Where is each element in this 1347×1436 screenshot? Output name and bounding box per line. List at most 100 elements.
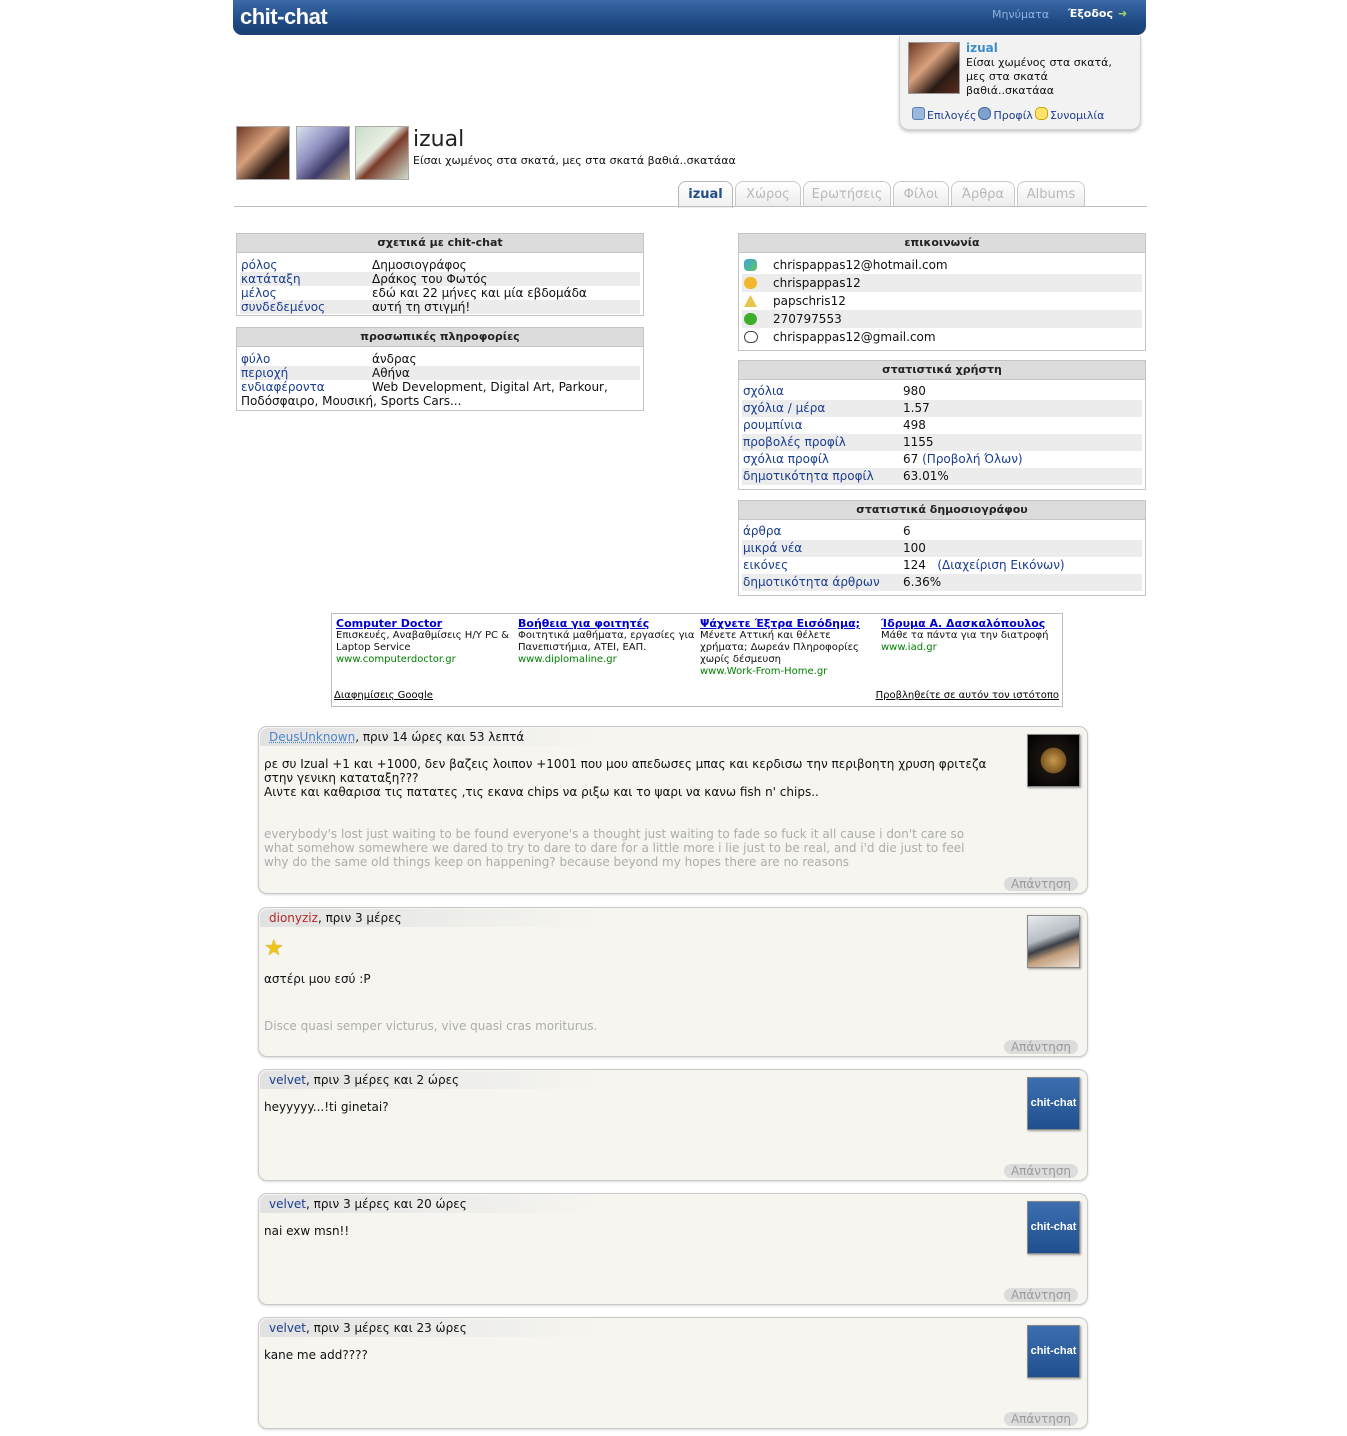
stats-row-comments-per-day: σχόλια / μέρα 1.57: [742, 400, 1142, 417]
ad-url[interactable]: www.diplomaline.gr: [518, 654, 696, 666]
contact-row-gtalk: chrispappas12@gmail.com: [742, 328, 1142, 346]
gtalk-icon: [744, 331, 758, 343]
journalist-stats-title: στατιστικά δημοσιογράφου: [739, 501, 1145, 520]
contact-box: επικοινωνία chrispappas12@hotmail.com ch…: [738, 233, 1146, 351]
tab-izual[interactable]: izual: [678, 181, 733, 208]
tab-space[interactable]: Χώρος: [735, 181, 801, 207]
comment-header: velvet, πριν 3 μέρες και 23 ώρες: [260, 1319, 599, 1337]
arrow-right-icon: ➜: [1118, 7, 1128, 20]
ad-1: Computer Doctor Επισκευές, Αναβαθμίσεις …: [336, 618, 514, 666]
aim-icon: [744, 295, 757, 307]
about-row-rank: κατάταξη Δράκος του Φωτός: [240, 272, 640, 286]
ad-title[interactable]: Ίδρυμα Α. Δασκαλόπουλος: [881, 618, 1059, 630]
comment-header: velvet, πριν 3 μέρες και 2 ώρες: [260, 1071, 599, 1089]
reply-button[interactable]: Απάντηση: [1004, 877, 1078, 891]
user-name-link[interactable]: izual: [966, 41, 998, 55]
contact-title: επικοινωνία: [739, 234, 1145, 253]
comment-body: heyyyyy...!ti ginetai?: [264, 1100, 389, 1114]
site-logo[interactable]: chit-chat: [240, 4, 328, 30]
comment-header: DeusUnknown, πριν 14 ώρες και 53 λεπτά: [260, 728, 599, 746]
stats-row-profile-comments: σχόλια προφίλ 67 (Προβολή Όλων): [743, 452, 1023, 466]
options-link[interactable]: Επιλογές: [912, 107, 977, 122]
manage-images-link[interactable]: (Διαχείριση Εικόνων): [937, 558, 1064, 572]
ad-title[interactable]: Βοήθεια για φοιτητές: [518, 618, 696, 630]
comment-avatar[interactable]: [1027, 915, 1080, 968]
about-row-member: μέλος εδώ και 22 μήνες και μία εβδομάδα: [241, 286, 587, 300]
profile-photo-1[interactable]: [236, 126, 290, 180]
profile-name: izual: [413, 127, 465, 152]
ad-url[interactable]: www.computerdoctor.gr: [336, 654, 514, 666]
personal-box: προσωπικές πληροφορίες φύλο άνδρας περιοχ…: [236, 327, 644, 411]
comment-author-link[interactable]: DeusUnknown: [269, 730, 355, 744]
options-label: Επιλογές: [927, 109, 977, 122]
profile-photo-2[interactable]: [296, 126, 350, 180]
ad-url[interactable]: www.Work-From-Home.gr: [700, 666, 878, 678]
user-stats-title: στατιστικά χρήστη: [739, 361, 1145, 380]
chat-link[interactable]: Συνομιλία: [1034, 107, 1105, 122]
tab-articles[interactable]: Άρθρα: [951, 181, 1015, 207]
profile-photo-3[interactable]: [355, 126, 409, 180]
stats-row-rubies: ρουμπίνια 498: [743, 418, 926, 432]
comment-body: nai exw msn!!: [264, 1224, 350, 1238]
reply-button[interactable]: Απάντηση: [1004, 1164, 1078, 1178]
view-all-link[interactable]: (Προβολή Όλων): [922, 452, 1022, 466]
ad-text: Φοιτητικά μαθήματα, εργασίες για Πανεπισ…: [518, 630, 695, 653]
google-ads-link[interactable]: Διαφημίσεις Google: [334, 690, 433, 701]
msn-icon: [744, 259, 757, 271]
personal-row-area: περιοχή Αθήνα: [240, 366, 640, 380]
user-box-links: Επιλογές Προφίλ Συνομιλία: [912, 107, 1106, 122]
ad-title[interactable]: Computer Doctor: [336, 618, 514, 630]
advertise-link[interactable]: Προβληθείτε σε αυτόν τον ιστότοπο: [876, 690, 1059, 701]
comment: velvet, πριν 3 μέρες και 23 ώρες kane me…: [258, 1317, 1088, 1429]
comment-time: , πριν 3 μέρες και 2 ώρες: [306, 1073, 460, 1087]
options-icon: [912, 107, 925, 120]
comment-body: ★ αστέρι μου εσύ :P: [264, 936, 371, 987]
comment-author-link[interactable]: velvet: [269, 1321, 306, 1335]
user-avatar[interactable]: [908, 42, 960, 94]
comment-body: kane me add????: [264, 1348, 368, 1362]
comment-author-link[interactable]: velvet: [269, 1197, 306, 1211]
comment-avatar[interactable]: chit-chat: [1027, 1325, 1080, 1378]
tab-divider: [234, 206, 1147, 207]
journalist-stats-box: στατιστικά δημοσιογράφου άρθρα 6 μικρά νέ…: [738, 500, 1146, 596]
stats-row-profile-popularity: δημοτικότητα προφίλ 63.01%: [742, 468, 1142, 485]
comment-avatar[interactable]: [1027, 734, 1080, 787]
comment-header: dionyziz, πριν 3 μέρες: [260, 909, 599, 927]
comment-signature: Disce quasi semper victurus, vive quasi …: [264, 1019, 598, 1033]
comment-avatar[interactable]: chit-chat: [1027, 1077, 1080, 1130]
ad-title[interactable]: Ψάχνετε Έξτρα Εισόδημα;: [700, 618, 878, 630]
contact-row-yahoo: chrispappas12: [742, 274, 1142, 292]
reply-button[interactable]: Απάντηση: [1004, 1288, 1078, 1302]
comment-author-link[interactable]: velvet: [269, 1073, 306, 1087]
journo-row-article-popularity: δημοτικότητα άρθρων 6.36%: [742, 574, 1142, 591]
comment-author-link[interactable]: dionyziz: [269, 911, 318, 925]
comment-avatar[interactable]: chit-chat: [1027, 1201, 1080, 1254]
contact-row-aim: papschris12: [742, 292, 1142, 310]
chat-label: Συνομιλία: [1049, 109, 1105, 122]
ad-url[interactable]: www.iad.gr: [881, 642, 1059, 654]
ad-4: Ίδρυμα Α. Δασκαλόπουλος Μάθε τα πάντα γι…: [881, 618, 1059, 654]
tab-albums[interactable]: Albums: [1017, 181, 1085, 207]
comment-body: ρε συ Izual +1 και +1000, δεν βαζεις λοι…: [264, 757, 987, 799]
reply-button[interactable]: Απάντηση: [1004, 1412, 1078, 1426]
comment-signature: everybody's lost just waiting to be foun…: [264, 827, 965, 869]
ad-text: Μάθε τα πάντα για την διατροφή: [881, 630, 1049, 641]
comment-header: velvet, πριν 3 μέρες και 20 ώρες: [260, 1195, 599, 1213]
logout-link[interactable]: Έξοδος ➜: [1068, 7, 1127, 20]
journo-row-articles: άρθρα 6: [743, 524, 911, 538]
personal-row-gender: φύλο άνδρας: [241, 352, 417, 366]
icq-icon: [744, 313, 757, 325]
comment-time: , πριν 3 μέρες και 23 ώρες: [306, 1321, 467, 1335]
personal-row-interests: ενδιαφέροντα Web Development, Digital Art…: [241, 380, 608, 394]
reply-button[interactable]: Απάντηση: [1004, 1040, 1078, 1054]
tab-friends[interactable]: Φίλοι: [893, 181, 949, 207]
logout-label: Έξοδος: [1068, 7, 1113, 20]
profile-label: Προφίλ: [993, 109, 1033, 122]
tab-questions[interactable]: Ερωτήσεις: [803, 181, 891, 207]
personal-title: προσωπικές πληροφορίες: [237, 328, 643, 347]
messages-link[interactable]: Μηνύματα: [992, 8, 1049, 21]
stats-row-profile-views: προβολές προφίλ 1155: [742, 434, 1142, 451]
profile-link[interactable]: Προφίλ: [978, 107, 1033, 122]
ad-3: Ψάχνετε Έξτρα Εισόδημα; Μένετε Αττική κα…: [700, 618, 878, 678]
comment-time: , πριν 3 μέρες και 20 ώρες: [306, 1197, 467, 1211]
